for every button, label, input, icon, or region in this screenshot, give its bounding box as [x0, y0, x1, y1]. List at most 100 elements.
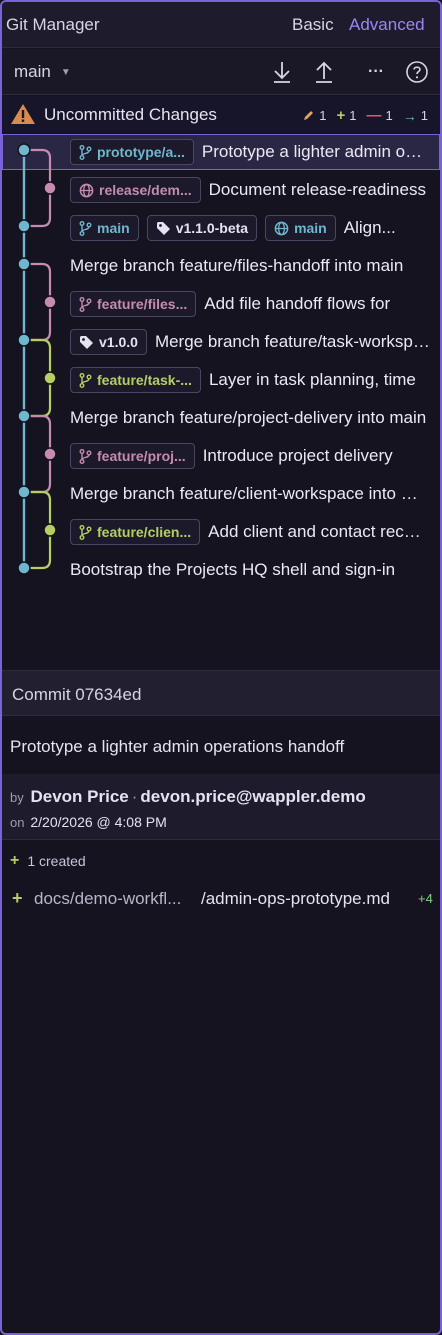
- added-count: 1: [349, 108, 357, 123]
- commit-node: [43, 295, 57, 309]
- commit-row[interactable]: feature/clien... Add client and contact r…: [2, 514, 440, 550]
- author-name: Devon Price: [30, 787, 129, 806]
- commit-message: Add client and contact records: [208, 522, 430, 541]
- branch-badge[interactable]: feature/clien...: [70, 519, 201, 545]
- commit-row[interactable]: Bootstrap the Projects HQ shell and sign…: [2, 552, 440, 588]
- mode-advanced-tab[interactable]: Advanced: [349, 15, 425, 35]
- commit-graph: Bootstrap the Projects HQ shell and sign…: [2, 134, 440, 589]
- warning-icon: [10, 102, 36, 131]
- commit-row-content: feature/files... Add file handoff flows f…: [70, 291, 430, 317]
- more-icon[interactable]: ···: [363, 59, 389, 85]
- author-line: by Devon Price · devon.price@wappler.demo: [10, 787, 366, 807]
- commit-row[interactable]: main v1.1.0-beta main Align...: [2, 210, 440, 246]
- created-summary-label: 1 created: [27, 853, 86, 869]
- commit-row[interactable]: prototype/a... Prototype a lighter admin …: [2, 134, 440, 170]
- branch-icon: [79, 448, 92, 464]
- commit-row[interactable]: Merge branch feature/project-delivery in…: [2, 400, 440, 436]
- commit-row-content: feature/clien... Add client and contact r…: [70, 519, 430, 545]
- author-email[interactable]: devon.price@wappler.demo: [140, 787, 365, 806]
- commit-row[interactable]: v1.0.0 Merge branch feature/task-workspac…: [2, 324, 440, 360]
- commit-node: [17, 333, 31, 347]
- change-stats: 1 + 1 — 1 → 1: [302, 107, 428, 124]
- modified-count: 1: [319, 108, 327, 123]
- modified-stat: 1: [302, 108, 327, 123]
- title-bar: Git Manager Basic Advanced: [2, 2, 440, 48]
- branch-icon: [79, 296, 92, 312]
- commit-row-content: release/dem... Document release-readiness: [70, 177, 430, 203]
- branch-badge[interactable]: prototype/a...: [70, 139, 194, 165]
- branch-badge[interactable]: feature/task-...: [70, 367, 201, 393]
- ref-label: main: [294, 220, 327, 236]
- changed-file-row[interactable]: + docs/demo-workfl... /admin-ops-prototy…: [2, 880, 440, 918]
- tag-icon: [80, 335, 93, 349]
- branch-icon: [79, 144, 92, 160]
- mode-basic-tab[interactable]: Basic: [292, 15, 334, 35]
- commit-row-content: Merge branch feature/files-handoff into …: [70, 256, 430, 276]
- plus-icon: +: [336, 107, 346, 124]
- help-icon[interactable]: [404, 59, 430, 85]
- ref-label: feature/clien...: [97, 524, 192, 540]
- commit-node: [17, 561, 31, 575]
- ref-label: prototype/a...: [97, 144, 185, 160]
- git-manager-panel: Git Manager Basic Advanced main ▼ ··· Unc…: [0, 0, 442, 1335]
- push-icon[interactable]: [311, 59, 337, 85]
- remote-branch-badge[interactable]: release/dem...: [70, 177, 201, 203]
- commit-message: Merge branch feature/task-workspace: [154, 332, 430, 351]
- branch-badge[interactable]: main: [70, 215, 139, 241]
- commit-message: Prototype a lighter admin operations han…: [201, 142, 430, 161]
- date-line: on 2/20/2026 @ 4:08 PM: [10, 814, 167, 830]
- pencil-icon: [304, 111, 314, 120]
- commit-id: Commit 07634ed: [12, 685, 142, 704]
- tag-icon: [156, 221, 170, 235]
- graph-lines: [17, 143, 57, 575]
- commit-row[interactable]: release/dem... Document release-readiness: [2, 172, 440, 208]
- remote-branch-badge[interactable]: main: [265, 215, 336, 241]
- branch-badge[interactable]: feature/files...: [70, 291, 197, 317]
- commit-message: Bootstrap the Projects HQ shell and sign…: [70, 560, 396, 579]
- separator: ·: [131, 787, 138, 806]
- commit-message: Merge branch feature/client-workspace in…: [70, 484, 430, 503]
- branch-badge[interactable]: feature/proj...: [70, 443, 195, 469]
- commit-message: Merge branch feature/project-delivery in…: [70, 408, 427, 427]
- file-name: /admin-ops-prototype.md: [201, 889, 390, 908]
- commit-node: [17, 257, 31, 271]
- tag-badge[interactable]: v1.0.0: [70, 329, 147, 355]
- commit-row-content: Merge branch feature/project-delivery in…: [70, 408, 430, 428]
- commit-row[interactable]: Merge branch feature/files-handoff into …: [2, 248, 440, 284]
- commit-row-content: feature/proj... Introduce project deliver…: [70, 443, 430, 469]
- ref-label: release/dem...: [99, 182, 192, 198]
- commit-row-content: Merge branch feature/client-workspace in…: [70, 484, 430, 504]
- commit-message: Merge branch feature/files-handoff into …: [70, 256, 404, 275]
- commit-row-content: Bootstrap the Projects HQ shell and sign…: [70, 560, 430, 580]
- branch-selector-label: main: [14, 62, 51, 81]
- pull-icon[interactable]: [269, 59, 295, 85]
- commit-message: Add file handoff flows for: [204, 294, 391, 313]
- toolbar: main ▼ ···: [2, 49, 440, 95]
- globe-icon: [79, 183, 94, 197]
- commit-row-content: main v1.1.0-beta main Align...: [70, 215, 430, 241]
- commit-row[interactable]: feature/files... Add file handoff flows f…: [2, 286, 440, 322]
- commit-node: [43, 371, 57, 385]
- branch-selector[interactable]: main ▼: [14, 62, 71, 82]
- on-label: on: [10, 815, 25, 830]
- app-title: Git Manager: [6, 15, 100, 34]
- created-summary: + 1 created: [10, 852, 86, 870]
- added-stat: + 1: [337, 107, 357, 124]
- file-additions: +4: [418, 891, 433, 906]
- commit-row[interactable]: feature/task-... Layer in task planning, …: [2, 362, 440, 398]
- commit-row-content: v1.0.0 Merge branch feature/task-workspac…: [70, 329, 430, 355]
- uncommitted-changes-row[interactable]: Uncommitted Changes 1 + 1 — 1 → 1: [2, 96, 440, 132]
- commit-row[interactable]: feature/proj... Introduce project deliver…: [2, 438, 440, 474]
- commit-node: [43, 181, 57, 195]
- deleted-stat: — 1: [367, 107, 393, 124]
- commit-row[interactable]: Merge branch feature/client-workspace in…: [2, 476, 440, 512]
- renamed-stat: → 1: [403, 108, 428, 124]
- ref-label: v1.1.0-beta: [175, 220, 249, 236]
- ref-label: feature/proj...: [97, 448, 186, 464]
- commit-node: [17, 143, 31, 157]
- tag-badge[interactable]: v1.1.0-beta: [146, 215, 258, 241]
- commit-node: [43, 447, 57, 461]
- file-directory: docs/demo-workfl...: [34, 889, 182, 908]
- by-label: by: [10, 790, 24, 805]
- commit-message: Prototype a lighter admin operations han…: [10, 737, 345, 756]
